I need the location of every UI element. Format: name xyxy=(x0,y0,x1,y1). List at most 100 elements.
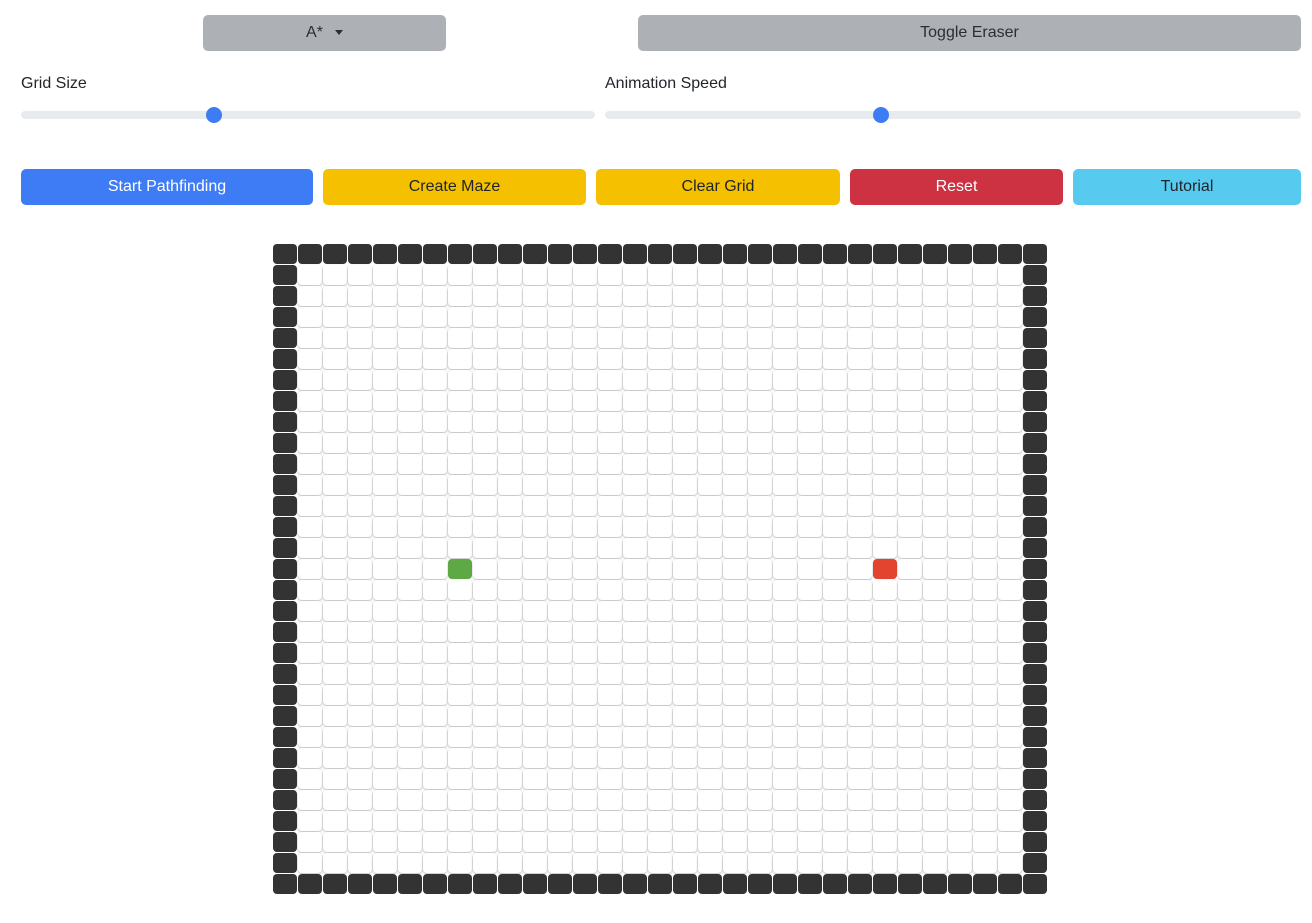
grid-cell[interactable] xyxy=(773,748,797,768)
grid-cell[interactable] xyxy=(498,811,522,831)
wall-cell[interactable] xyxy=(273,496,297,516)
grid-cell[interactable] xyxy=(623,433,647,453)
wall-cell[interactable] xyxy=(323,244,347,264)
grid-cell[interactable] xyxy=(773,307,797,327)
grid-cell[interactable] xyxy=(298,370,322,390)
wall-cell[interactable] xyxy=(848,874,872,894)
grid-cell[interactable] xyxy=(723,685,747,705)
grid-cell[interactable] xyxy=(348,622,372,642)
grid-cell[interactable] xyxy=(398,811,422,831)
grid-cell[interactable] xyxy=(448,328,472,348)
grid-cell[interactable] xyxy=(523,769,547,789)
wall-cell[interactable] xyxy=(273,349,297,369)
grid-cell[interactable] xyxy=(823,832,847,852)
grid-cell[interactable] xyxy=(548,475,572,495)
grid-cell[interactable] xyxy=(423,622,447,642)
wall-cell[interactable] xyxy=(273,370,297,390)
grid-cell[interactable] xyxy=(298,307,322,327)
wall-cell[interactable] xyxy=(523,244,547,264)
grid-cell[interactable] xyxy=(773,769,797,789)
grid-cell[interactable] xyxy=(998,685,1022,705)
wall-cell[interactable] xyxy=(873,874,897,894)
wall-cell[interactable] xyxy=(298,874,322,894)
grid-cell[interactable] xyxy=(948,727,972,747)
grid-cell[interactable] xyxy=(848,370,872,390)
grid-cell[interactable] xyxy=(298,706,322,726)
grid-cell[interactable] xyxy=(348,496,372,516)
grid-cell[interactable] xyxy=(973,538,997,558)
grid-cell[interactable] xyxy=(823,622,847,642)
grid-cell[interactable] xyxy=(473,307,497,327)
grid-cell[interactable] xyxy=(948,811,972,831)
grid-cell[interactable] xyxy=(698,580,722,600)
grid-cell[interactable] xyxy=(773,475,797,495)
grid-cell[interactable] xyxy=(698,517,722,537)
wall-cell[interactable] xyxy=(773,244,797,264)
grid-cell[interactable] xyxy=(623,622,647,642)
grid-cell[interactable] xyxy=(723,517,747,537)
grid-cell[interactable] xyxy=(523,832,547,852)
grid-cell[interactable] xyxy=(623,727,647,747)
grid-cell[interactable] xyxy=(573,538,597,558)
grid-cell[interactable] xyxy=(398,286,422,306)
grid-cell[interactable] xyxy=(623,643,647,663)
grid-cell[interactable] xyxy=(998,286,1022,306)
grid-cell[interactable] xyxy=(598,706,622,726)
grid-cell[interactable] xyxy=(923,559,947,579)
grid-cell[interactable] xyxy=(748,370,772,390)
grid-cell[interactable] xyxy=(748,601,772,621)
grid-cell[interactable] xyxy=(648,811,672,831)
grid-cell[interactable] xyxy=(698,412,722,432)
grid-cell[interactable] xyxy=(323,748,347,768)
grid-cell[interactable] xyxy=(323,643,347,663)
grid-cell[interactable] xyxy=(898,790,922,810)
grid-cell[interactable] xyxy=(323,727,347,747)
wall-cell[interactable] xyxy=(1023,664,1047,684)
grid-cell[interactable] xyxy=(673,664,697,684)
grid-cell[interactable] xyxy=(998,601,1022,621)
grid-cell[interactable] xyxy=(523,475,547,495)
grid-cell[interactable] xyxy=(298,580,322,600)
grid-cell[interactable] xyxy=(873,454,897,474)
grid-cell[interactable] xyxy=(748,286,772,306)
grid-cell[interactable] xyxy=(948,580,972,600)
grid-cell[interactable] xyxy=(623,265,647,285)
grid-cell[interactable] xyxy=(723,433,747,453)
grid-cell[interactable] xyxy=(898,832,922,852)
grid-cell[interactable] xyxy=(623,559,647,579)
grid-cell[interactable] xyxy=(598,391,622,411)
grid-cell[interactable] xyxy=(398,496,422,516)
grid-cell[interactable] xyxy=(973,622,997,642)
grid-cell[interactable] xyxy=(748,475,772,495)
grid-cell[interactable] xyxy=(448,286,472,306)
grid-cell[interactable] xyxy=(348,643,372,663)
grid-cell[interactable] xyxy=(898,328,922,348)
grid-cell[interactable] xyxy=(848,517,872,537)
grid-cell[interactable] xyxy=(798,706,822,726)
grid-cell[interactable] xyxy=(498,580,522,600)
grid-cell[interactable] xyxy=(923,769,947,789)
grid-cell[interactable] xyxy=(673,580,697,600)
grid-cell[interactable] xyxy=(873,433,897,453)
grid-cell[interactable] xyxy=(398,475,422,495)
grid-cell[interactable] xyxy=(673,370,697,390)
grid-cell[interactable] xyxy=(623,475,647,495)
grid-cell[interactable] xyxy=(873,496,897,516)
wall-cell[interactable] xyxy=(273,538,297,558)
grid-cell[interactable] xyxy=(323,706,347,726)
grid-cell[interactable] xyxy=(373,664,397,684)
wall-cell[interactable] xyxy=(273,286,297,306)
grid-cell[interactable] xyxy=(648,286,672,306)
wall-cell[interactable] xyxy=(698,244,722,264)
grid-cell[interactable] xyxy=(873,832,897,852)
grid-cell[interactable] xyxy=(448,790,472,810)
grid-cell[interactable] xyxy=(598,643,622,663)
grid-cell[interactable] xyxy=(398,370,422,390)
grid-cell[interactable] xyxy=(898,454,922,474)
grid-cell[interactable] xyxy=(723,580,747,600)
grid-cell[interactable] xyxy=(973,496,997,516)
grid-cell[interactable] xyxy=(323,370,347,390)
wall-cell[interactable] xyxy=(573,874,597,894)
grid-cell[interactable] xyxy=(873,811,897,831)
wall-cell[interactable] xyxy=(1023,517,1047,537)
